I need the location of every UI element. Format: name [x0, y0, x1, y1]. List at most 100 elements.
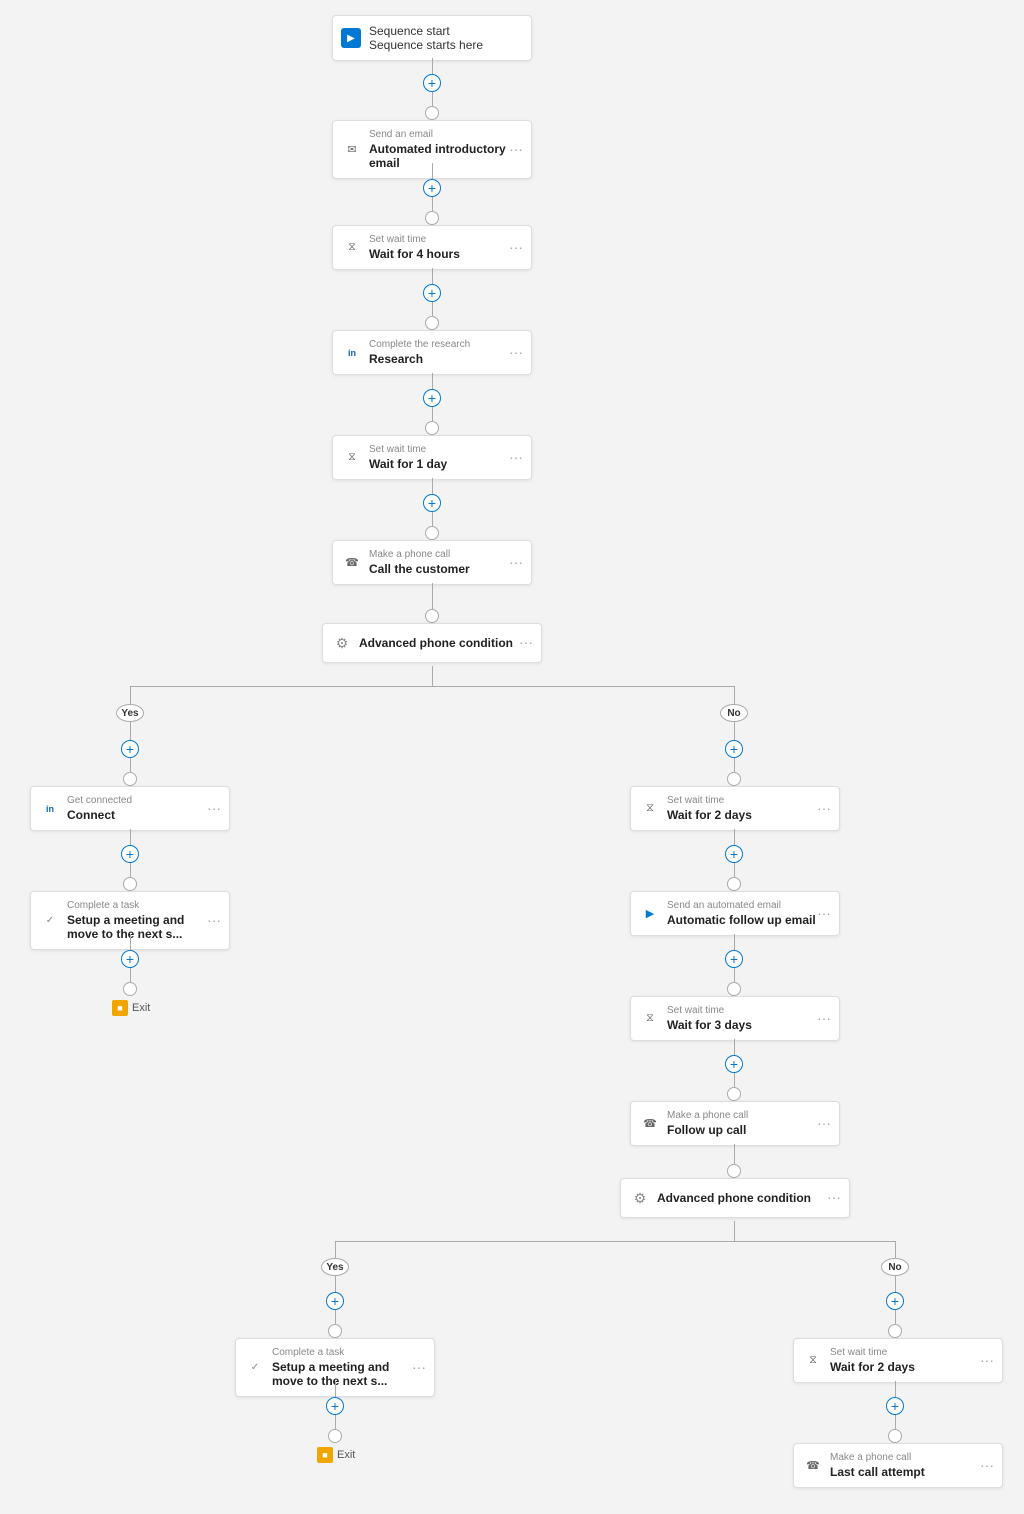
add-step-w2d1[interactable]: + [725, 845, 743, 863]
connect-more[interactable]: ⋯ [207, 800, 221, 817]
connector-circle-no-1 [727, 772, 741, 786]
connector [335, 1415, 336, 1429]
followup-call-node[interactable]: ☎ Make a phone call Follow up call ⋯ [630, 1101, 840, 1146]
connector-circle-w3d [727, 1087, 741, 1101]
add-step-btn-1[interactable]: + [423, 74, 441, 92]
setup-meeting-more-2[interactable]: ⋯ [412, 1359, 426, 1376]
add-step-yes-2[interactable]: + [326, 1292, 344, 1310]
followup-call-more[interactable]: ⋯ [817, 1115, 831, 1132]
connect-node[interactable]: in Get connected Connect ⋯ [30, 786, 230, 831]
wait-2d-title-2: Wait for 2 days [830, 1360, 992, 1374]
add-step-no-1[interactable]: + [725, 740, 743, 758]
add-step-w2d2[interactable]: + [886, 1397, 904, 1415]
wait-2d-node-2[interactable]: ⧖ Set wait time Wait for 2 days ⋯ [793, 1338, 1003, 1383]
wait-3d-node[interactable]: ⧖ Set wait time Wait for 3 days ⋯ [630, 996, 840, 1041]
connector-circle-connect [123, 877, 137, 891]
wait-1d-node[interactable]: ⧖ Set wait time Wait for 1 day ⋯ [332, 435, 532, 480]
connector [895, 1415, 896, 1429]
call-icon-1: ☎ [343, 554, 361, 572]
workflow-canvas: ▶ Sequence start Sequence starts here + … [0, 0, 1024, 1514]
sequence-start-title: Sequence starts here [369, 38, 521, 52]
wait-3d-more[interactable]: ⋯ [817, 1010, 831, 1027]
connector-circle-w2d2 [888, 1429, 902, 1443]
research-node[interactable]: in Complete the research Research ⋯ [332, 330, 532, 375]
wait-1d-more[interactable]: ⋯ [509, 449, 523, 466]
plus-icon-1: + [428, 76, 436, 90]
advanced-condition-title-2: Advanced phone condition [657, 1191, 821, 1205]
research-label: Complete the research [369, 339, 521, 350]
connector-circle-sm1 [123, 982, 137, 996]
connector-circle-4 [425, 421, 439, 435]
wait-2d-title-1: Wait for 2 days [667, 808, 829, 822]
advanced-condition-node-1[interactable]: ⚙ Advanced phone condition ⋯ [322, 623, 542, 663]
add-step-btn-5[interactable]: + [423, 494, 441, 512]
plus-icon-af: + [730, 952, 738, 966]
add-step-af[interactable]: + [725, 950, 743, 968]
connector [130, 968, 131, 982]
connector [335, 1310, 336, 1324]
sequence-start-node[interactable]: ▶ Sequence start Sequence starts here [332, 15, 532, 61]
auto-followup-more[interactable]: ⋯ [817, 905, 831, 922]
connector [734, 722, 735, 740]
wait-4h-more[interactable]: ⋯ [509, 239, 523, 256]
call-customer-more[interactable]: ⋯ [509, 554, 523, 571]
connector [734, 968, 735, 982]
last-call-more[interactable]: ⋯ [980, 1457, 994, 1474]
auto-followup-node[interactable]: ▶ Send an automated email Automatic foll… [630, 891, 840, 936]
condition-more-2[interactable]: ⋯ [827, 1190, 841, 1207]
plus-icon-sm1: + [126, 952, 134, 966]
wait-2d-more-2[interactable]: ⋯ [980, 1352, 994, 1369]
wait-2d-more-1[interactable]: ⋯ [817, 800, 831, 817]
add-step-sm1[interactable]: + [121, 950, 139, 968]
send-email-label-1: Send an email [369, 129, 521, 140]
connector-circle-yes-2 [328, 1324, 342, 1338]
plus-icon-w2d2: + [891, 1399, 899, 1413]
research-more[interactable]: ⋯ [509, 344, 523, 361]
send-email-more-1[interactable]: ⋯ [509, 141, 523, 158]
call-customer-title: Call the customer [369, 562, 521, 576]
add-step-sm2[interactable]: + [326, 1397, 344, 1415]
connector [734, 1073, 735, 1087]
setup-meeting-more-1[interactable]: ⋯ [207, 912, 221, 929]
connect-label: Get connected [67, 795, 219, 806]
add-step-btn-3[interactable]: + [423, 284, 441, 302]
condition-icon-1: ⚙ [333, 634, 351, 652]
last-call-node[interactable]: ☎ Make a phone call Last call attempt ⋯ [793, 1443, 1003, 1488]
no-label-1: No [720, 704, 748, 722]
connect-icon: in [41, 800, 59, 818]
call-customer-node[interactable]: ☎ Make a phone call Call the customer ⋯ [332, 540, 532, 585]
add-step-connect[interactable]: + [121, 845, 139, 863]
connector-circle-5 [425, 526, 439, 540]
yes-label-2: Yes [321, 1258, 349, 1276]
wait-4h-node[interactable]: ⧖ Set wait time Wait for 4 hours ⋯ [332, 225, 532, 270]
advanced-condition-title-1: Advanced phone condition [359, 636, 513, 650]
last-call-label: Make a phone call [830, 1452, 992, 1463]
connector-circle-yes-1 [123, 772, 137, 786]
email-icon-1: ✉ [343, 141, 361, 159]
add-step-w3d[interactable]: + [725, 1055, 743, 1073]
connector-circle-2 [425, 211, 439, 225]
task-icon-2: ✓ [246, 1359, 264, 1377]
add-step-yes-1[interactable]: + [121, 740, 139, 758]
connector-circle-no-2 [888, 1324, 902, 1338]
research-icon: in [343, 344, 361, 362]
connector [432, 512, 433, 526]
exit-label-2: Exit [337, 1449, 355, 1461]
wait-3d-label: Set wait time [667, 1005, 829, 1016]
advanced-condition-node-2[interactable]: ⚙ Advanced phone condition ⋯ [620, 1178, 850, 1218]
wait-icon-1: ⧖ [343, 239, 361, 257]
no-label-2: No [881, 1258, 909, 1276]
add-step-btn-2[interactable]: + [423, 179, 441, 197]
wait-2d-node-1[interactable]: ⧖ Set wait time Wait for 2 days ⋯ [630, 786, 840, 831]
condition-more-1[interactable]: ⋯ [519, 635, 533, 652]
connector [734, 1221, 735, 1241]
add-step-btn-4[interactable]: + [423, 389, 441, 407]
call-icon-2: ☎ [641, 1115, 659, 1133]
last-call-title: Last call attempt [830, 1465, 992, 1479]
followup-call-label: Make a phone call [667, 1110, 829, 1121]
wait-4h-title: Wait for 4 hours [369, 247, 521, 261]
connector-circle-w2d1 [727, 877, 741, 891]
add-step-no-2[interactable]: + [886, 1292, 904, 1310]
branch-hline-1 [130, 686, 734, 687]
wait-icon-2: ⧖ [343, 449, 361, 467]
